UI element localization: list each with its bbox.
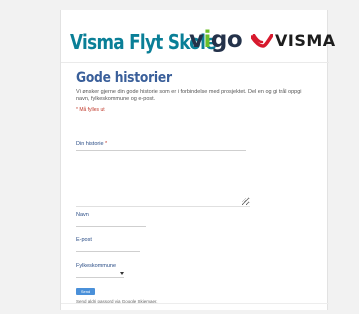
chevron-down-icon — [120, 272, 124, 275]
required-star: * — [103, 141, 108, 147]
name-label: Navn — [76, 212, 89, 218]
email-label: E-post — [76, 237, 92, 243]
visma-logo-mark-icon — [251, 34, 273, 48]
county-select[interactable] — [76, 270, 124, 278]
vigo-logo-go: go — [210, 27, 243, 53]
footer-divider — [61, 303, 329, 304]
header-divider — [61, 62, 329, 63]
story-label-underline — [76, 150, 246, 151]
story-label-text: Din historie — [76, 141, 104, 147]
name-input[interactable] — [76, 220, 146, 227]
form-description: Vi ønsker gjerne din gode historie som e… — [76, 89, 302, 102]
header-logos: Visma Flyt Skole vigo VISMA — [61, 24, 335, 58]
form-page: Visma Flyt Skole vigo VISMA Gode histori… — [60, 10, 335, 310]
vigo-logo: vigo — [189, 27, 243, 53]
vigo-logo-i: i — [203, 27, 212, 53]
resize-handle-icon[interactable] — [242, 198, 246, 202]
email-input[interactable] — [76, 245, 140, 252]
visma-logo-word: VISMA — [275, 31, 336, 50]
vigo-logo-v: v — [189, 27, 204, 53]
required-note: * Må fylles ut — [76, 107, 105, 114]
form-title: Gode historier — [76, 70, 172, 86]
submit-button[interactable]: Send — [76, 288, 95, 295]
county-label: Fylkeskommune — [76, 263, 117, 269]
story-form: Gode historier Vi ønsker gjerne din gode… — [76, 70, 316, 304]
story-label: Din historie * — [76, 141, 107, 147]
story-textarea[interactable] — [76, 154, 250, 207]
